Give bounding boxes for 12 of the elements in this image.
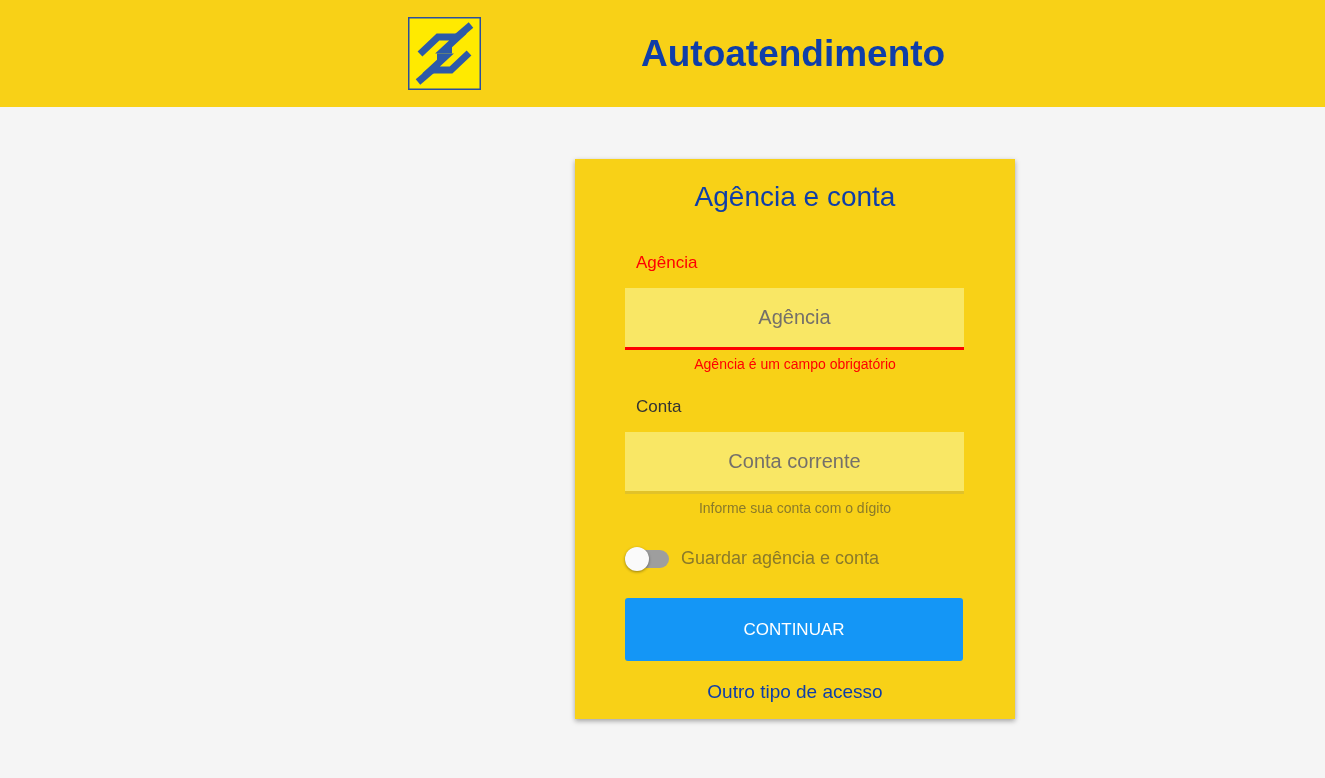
field-hint: Agência é um campo obrigatório (693, 355, 897, 374)
field-label: Conta (635, 396, 683, 418)
input-field[interactable]: Agência (625, 288, 964, 350)
input-field[interactable]: Conta corrente (625, 432, 964, 494)
toggle-switch[interactable] (625, 549, 669, 568)
logo-icon (408, 17, 481, 90)
page-title: Autoatendimento (641, 32, 946, 75)
toggle-label: Guardar agência e conta (681, 548, 880, 569)
field-label: Agência (635, 252, 699, 274)
field-hint: Informe sua conta com o dígito (697, 499, 893, 518)
access-link[interactable]: Outro tipo de acesso (707, 681, 883, 703)
card-title: Agência e conta (693, 180, 897, 214)
